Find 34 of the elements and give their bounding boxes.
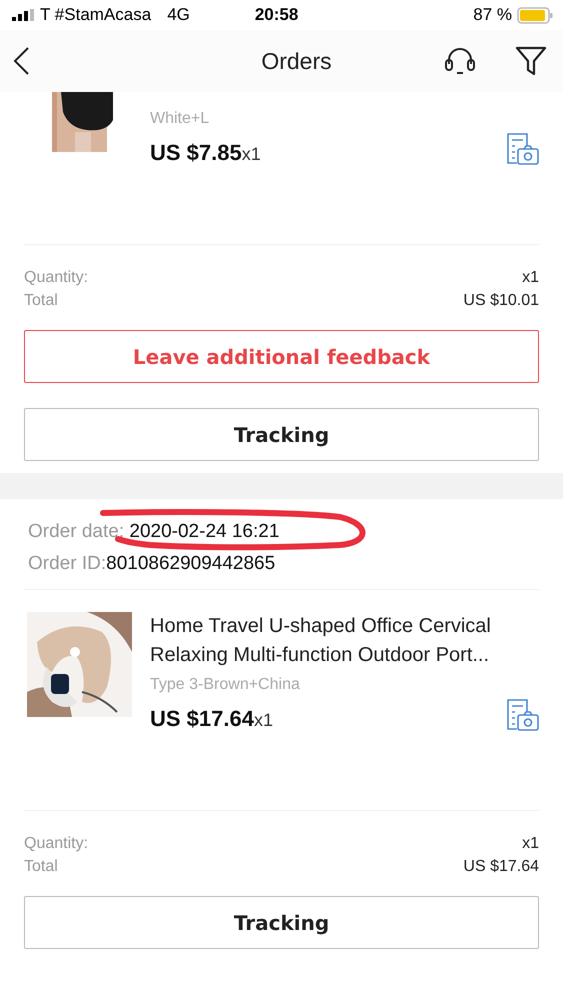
receipt-camera-icon[interactable] bbox=[505, 132, 539, 166]
back-icon[interactable] bbox=[12, 46, 30, 76]
price-text: US $7.85 bbox=[150, 140, 242, 165]
feedback-button[interactable]: Leave additional feedback bbox=[24, 330, 539, 383]
quantity-label: Quantity: bbox=[24, 835, 88, 853]
tracking-button[interactable]: Tracking bbox=[24, 408, 539, 461]
headset-icon[interactable] bbox=[443, 46, 477, 76]
filter-icon[interactable] bbox=[515, 45, 547, 77]
battery-text: 87 % bbox=[473, 5, 512, 25]
quantity-text: x1 bbox=[254, 710, 273, 730]
price-text: US $17.64 bbox=[150, 706, 254, 731]
receipt-camera-icon[interactable] bbox=[505, 698, 539, 732]
product-title[interactable]: Home Travel U-shaped Office Cervical Relaxing Multi-function Outdoor Port... bbox=[150, 612, 539, 670]
signal-icon bbox=[12, 9, 34, 21]
order-id-text: 8010862909442865 bbox=[106, 553, 276, 574]
quantity-value: x1 bbox=[522, 835, 539, 853]
total-label: Total bbox=[24, 292, 58, 310]
total-label: Total bbox=[24, 858, 58, 876]
order-date-label: Order date: bbox=[28, 521, 124, 542]
order-date-text: 2020-02-24 16:21 bbox=[129, 521, 280, 542]
carrier-text: T #StamAcasa bbox=[40, 5, 152, 25]
quantity-text: x1 bbox=[242, 144, 261, 164]
tracking-button[interactable]: Tracking bbox=[24, 896, 539, 949]
clock-text: 20:58 bbox=[254, 5, 300, 25]
battery-icon bbox=[517, 6, 553, 24]
quantity-label: Quantity: bbox=[24, 269, 88, 287]
total-value: US $17.64 bbox=[463, 858, 539, 876]
network-text: 4G bbox=[167, 5, 190, 25]
quantity-value: x1 bbox=[522, 269, 539, 287]
page-title: Orders bbox=[260, 48, 333, 74]
total-value: US $10.01 bbox=[463, 292, 539, 310]
variant-text: Type 3-Brown+China bbox=[150, 676, 301, 694]
order-id-label: Order ID: bbox=[28, 553, 106, 574]
variant-text: White+L bbox=[150, 110, 210, 128]
